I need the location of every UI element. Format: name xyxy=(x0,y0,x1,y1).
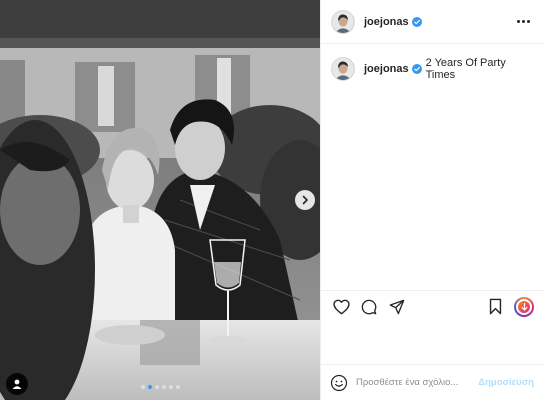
verified-badge-icon xyxy=(411,64,422,74)
smiley-icon xyxy=(330,374,348,391)
carousel-dot xyxy=(147,385,152,389)
more-dot xyxy=(522,20,525,23)
save-button[interactable] xyxy=(484,296,506,318)
post-actions xyxy=(320,290,544,322)
caption-text: 2 Years Of Party Times xyxy=(425,57,506,81)
bookmark-icon xyxy=(489,298,501,315)
add-comment-bar: Δημοσίευση xyxy=(320,364,544,400)
story-ring-button[interactable] xyxy=(514,296,534,317)
user-tag-button[interactable] xyxy=(6,373,28,395)
share-button[interactable] xyxy=(386,296,408,318)
avatar-image xyxy=(332,58,354,80)
verified-badge-icon xyxy=(411,16,422,27)
carousel-dot xyxy=(140,385,145,389)
post-image xyxy=(0,0,320,400)
caption-username[interactable]: joejonas xyxy=(364,63,409,75)
emoji-button[interactable] xyxy=(330,374,348,392)
more-horizontal-icon xyxy=(517,20,520,23)
carousel-indicator xyxy=(0,385,320,389)
story-ring-icon xyxy=(518,300,530,313)
post-comment-button[interactable]: Δημοσίευση xyxy=(478,377,534,388)
post-photo[interactable] xyxy=(0,0,320,400)
like-button[interactable] xyxy=(330,296,352,318)
avatar-image xyxy=(332,10,354,33)
avatar[interactable] xyxy=(331,9,355,34)
post-header: joejonas xyxy=(321,0,544,44)
comment-button[interactable] xyxy=(358,296,380,318)
post-caption: joejonas 2 Years Of Party Times xyxy=(321,44,544,81)
carousel-dot xyxy=(175,385,180,389)
heart-icon xyxy=(332,299,350,314)
carousel-next-button[interactable] xyxy=(295,190,315,210)
chevron-right-icon xyxy=(302,195,308,205)
author-username[interactable]: joejonas xyxy=(364,16,409,28)
carousel-dot xyxy=(161,385,166,389)
more-options-button[interactable] xyxy=(513,16,534,27)
paper-plane-icon xyxy=(389,299,405,314)
carousel-dot xyxy=(168,385,173,389)
carousel-dot xyxy=(154,385,159,389)
story-arrow-icon xyxy=(520,302,528,311)
caption-avatar[interactable] xyxy=(331,57,355,81)
more-dot xyxy=(527,20,530,23)
story-ring-inner xyxy=(516,298,532,315)
comment-input[interactable] xyxy=(356,377,473,388)
post-details-panel: joejonas joejonas 2 Years Of Party Times xyxy=(320,0,544,400)
comment-icon xyxy=(361,299,377,314)
